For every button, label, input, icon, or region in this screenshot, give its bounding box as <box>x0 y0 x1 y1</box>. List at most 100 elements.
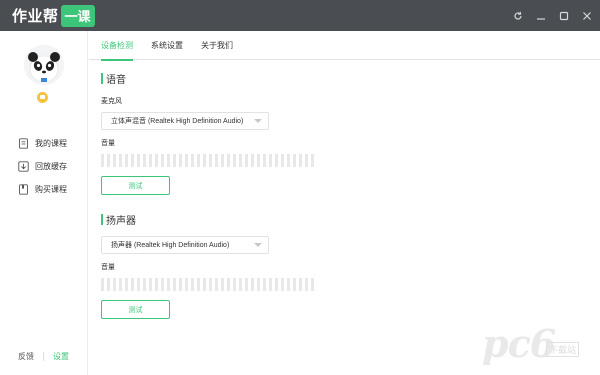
refresh-icon[interactable] <box>513 11 523 21</box>
maximize-icon[interactable] <box>559 11 569 21</box>
mic-label: 麦克风 <box>101 98 122 105</box>
volume-meter-segment <box>311 154 314 167</box>
tab-device-check[interactable]: 设备检测 <box>101 40 133 61</box>
volume-meter-segment <box>269 154 272 167</box>
volume-meter-segment <box>239 154 242 167</box>
volume-meter-segment <box>245 278 248 291</box>
speaker-title-text: 扬声器 <box>106 216 136 227</box>
mic-test-button[interactable]: 测试 <box>101 176 170 195</box>
volume-meter-segment <box>197 154 200 167</box>
volume-meter-segment <box>149 278 152 291</box>
tab-bar: 设备检测 系统设置 关于我们 <box>89 31 600 61</box>
volume-meter-segment <box>137 278 140 291</box>
volume-meter-segment <box>101 154 104 167</box>
sidebar-item-label: 购买课程 <box>35 185 67 194</box>
mic-volume-label: 音量 <box>101 140 115 147</box>
volume-meter-segment <box>113 278 116 291</box>
speaker-device-select[interactable]: 扬声器 (Realtek High Definition Audio) <box>101 236 269 254</box>
volume-meter-segment <box>263 154 266 167</box>
voice-title-text: 语音 <box>106 75 126 86</box>
volume-meter-segment <box>167 154 170 167</box>
logo-text: 作业帮 <box>12 8 59 25</box>
volume-meter-segment <box>305 154 308 167</box>
chevron-down-icon <box>254 119 262 123</box>
sidebar-item-playback-cache[interactable]: 回放缓存 <box>18 155 67 178</box>
volume-meter-segment <box>299 154 302 167</box>
minimize-icon[interactable] <box>536 11 546 21</box>
volume-meter-segment <box>269 278 272 291</box>
panda-avatar-icon <box>24 45 64 85</box>
sidebar-item-my-courses[interactable]: 我的课程 <box>18 132 67 155</box>
volume-meter-segment <box>119 278 122 291</box>
document-icon <box>18 138 29 149</box>
volume-meter-segment <box>131 278 134 291</box>
volume-meter-segment <box>221 278 224 291</box>
volume-meter-segment <box>275 278 278 291</box>
volume-meter-segment <box>101 278 104 291</box>
speaker-volume-label: 音量 <box>101 264 115 271</box>
sidebar-item-buy-courses[interactable]: 购买课程 <box>18 178 67 201</box>
volume-meter-segment <box>281 278 284 291</box>
voice-section-title: 语音 <box>101 71 126 86</box>
speaker-section-title: 扬声器 <box>101 212 136 227</box>
settings-link[interactable]: 设置 <box>53 351 69 362</box>
volume-meter-segment <box>251 154 254 167</box>
speaker-test-button[interactable]: 测试 <box>101 300 170 319</box>
volume-meter-segment <box>287 154 290 167</box>
volume-meter-segment <box>185 154 188 167</box>
bookmark-icon <box>18 184 29 195</box>
mic-device-select[interactable]: 立体声混音 (Realtek High Definition Audio) <box>101 112 269 130</box>
level-badge <box>37 92 48 103</box>
feedback-link[interactable]: 反馈 <box>18 351 34 362</box>
tab-system-settings[interactable]: 系统设置 <box>151 40 183 60</box>
tab-about-us[interactable]: 关于我们 <box>201 40 233 60</box>
volume-meter-segment <box>227 278 230 291</box>
volume-meter-segment <box>125 278 128 291</box>
volume-meter-segment <box>131 154 134 167</box>
volume-meter-segment <box>125 154 128 167</box>
watermark-logo: pc6 <box>482 321 556 366</box>
mic-device-value: 立体声混音 (Realtek High Definition Audio) <box>111 118 244 125</box>
volume-meter-segment <box>227 154 230 167</box>
volume-meter-segment <box>221 154 224 167</box>
volume-meter-segment <box>191 154 194 167</box>
volume-meter-segment <box>173 278 176 291</box>
volume-meter-segment <box>161 278 164 291</box>
sidebar-footer: 反馈 设置 <box>18 351 69 362</box>
volume-meter-segment <box>179 278 182 291</box>
volume-meter-segment <box>179 154 182 167</box>
volume-meter-segment <box>281 154 284 167</box>
title-bar: 作业帮 一课 <box>0 0 600 31</box>
footer-divider <box>43 352 44 361</box>
section-accent-bar <box>101 214 103 225</box>
window-controls <box>513 0 592 31</box>
volume-meter-segment <box>185 278 188 291</box>
volume-meter-segment <box>203 154 206 167</box>
section-accent-bar <box>101 73 103 84</box>
close-icon[interactable] <box>582 11 592 21</box>
volume-meter-segment <box>287 278 290 291</box>
volume-meter-segment <box>143 154 146 167</box>
volume-meter-segment <box>107 278 110 291</box>
volume-meter-segment <box>137 154 140 167</box>
volume-meter-segment <box>155 154 158 167</box>
side-menu: 我的课程 回放缓存 购买课程 <box>18 132 67 201</box>
chevron-down-icon <box>254 243 262 247</box>
volume-meter-segment <box>167 278 170 291</box>
volume-meter-segment <box>311 278 314 291</box>
volume-meter-segment <box>113 154 116 167</box>
volume-meter-segment <box>107 154 110 167</box>
volume-meter-segment <box>191 278 194 291</box>
volume-meter-segment <box>197 278 200 291</box>
logo-badge: 一课 <box>60 4 95 27</box>
avatar[interactable] <box>24 45 64 85</box>
volume-meter-segment <box>203 278 206 291</box>
volume-meter-segment <box>233 278 236 291</box>
volume-meter-segment <box>257 278 260 291</box>
volume-meter-segment <box>215 154 218 167</box>
watermark: pc6 下载站 <box>482 322 594 368</box>
volume-meter-segment <box>149 154 152 167</box>
watermark-text: 下载站 <box>546 342 580 357</box>
volume-meter-segment <box>209 154 212 167</box>
volume-meter-segment <box>263 278 266 291</box>
